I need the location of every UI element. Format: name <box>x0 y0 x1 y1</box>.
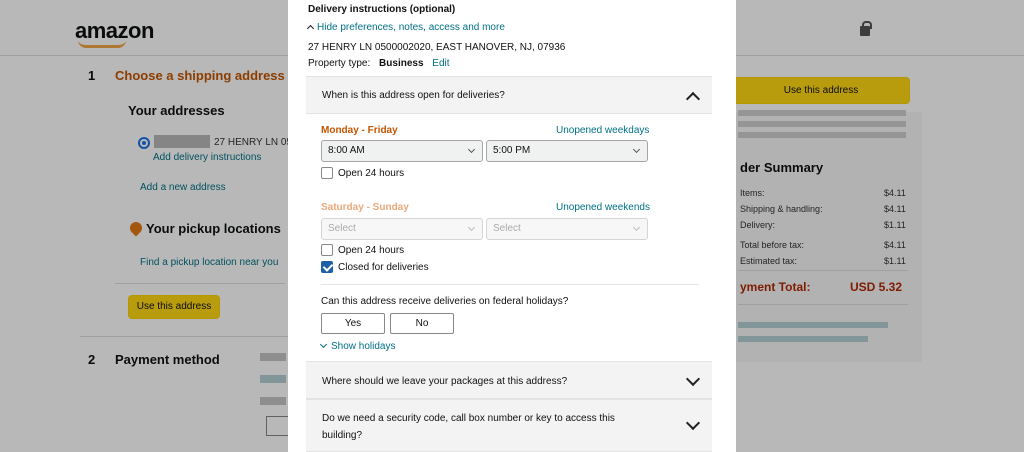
weekday-close-time-select[interactable]: 5:00 PM <box>486 140 648 162</box>
weekday-open-time-value: 8:00 AM <box>328 145 365 156</box>
holiday-no-button[interactable]: No <box>390 313 454 334</box>
show-holidays-label: Show holidays <box>331 341 396 352</box>
dropdown-caret-icon <box>632 145 641 154</box>
delivery-instructions-title: Delivery instructions (optional) <box>308 4 456 15</box>
packages-question: Where should we leave your packages at t… <box>322 376 568 387</box>
weekend-open-time-value: Select <box>328 223 356 234</box>
security-accordion-header[interactable]: Do we need a security code, call box num… <box>306 399 712 452</box>
chevron-down-icon <box>319 340 328 349</box>
weekend-label: Saturday - Sunday <box>321 202 409 213</box>
dropdown-caret-icon <box>467 223 476 232</box>
packages-accordion-header[interactable]: Where should we leave your packages at t… <box>306 361 712 399</box>
weekday-close-time-value: 5:00 PM <box>493 145 531 156</box>
chevron-up-icon <box>685 91 701 107</box>
open-hours-accordion-header[interactable]: When is this address open for deliveries… <box>306 76 712 114</box>
chevron-down-icon <box>685 415 701 431</box>
weekend-open-24-checkbox[interactable] <box>321 244 333 256</box>
weekend-open-time-select[interactable]: Select <box>321 218 483 240</box>
chevron-down-icon <box>685 371 701 387</box>
dropdown-caret-icon <box>632 223 641 232</box>
hide-preferences-link[interactable]: Hide preferences, notes, access and more <box>306 22 505 33</box>
address-text: 27 HENRY LN 0500002020, EAST HANOVER, NJ… <box>308 42 566 53</box>
open-hours-question: When is this address open for deliveries… <box>322 90 505 101</box>
holiday-question: Can this address receive deliveries on f… <box>321 296 569 307</box>
weekday-open-24-checkbox[interactable] <box>321 167 333 179</box>
show-holidays-link[interactable]: Show holidays <box>319 340 396 352</box>
chevron-up-icon <box>306 24 315 33</box>
security-question: Do we need a security code, call box num… <box>322 413 615 441</box>
weekday-label: Monday - Friday <box>321 125 398 136</box>
unopened-weekdays-link[interactable]: Unopened weekdays <box>556 125 649 136</box>
property-type-edit-link[interactable]: Edit <box>432 58 449 69</box>
weekday-open-time-select[interactable]: 8:00 AM <box>321 140 483 162</box>
weekend-closed-label: Closed for deliveries <box>338 262 429 273</box>
delivery-instructions-modal: Delivery instructions (optional) Hide pr… <box>288 0 736 452</box>
weekday-open-24-label: Open 24 hours <box>338 168 405 179</box>
unopened-weekends-link[interactable]: Unopened weekends <box>556 202 650 213</box>
dropdown-caret-icon <box>467 145 476 154</box>
property-type-label: Property type: <box>308 58 371 69</box>
weekend-open-24-label: Open 24 hours <box>338 245 405 256</box>
property-type-row: Property type: Business Edit <box>308 58 450 69</box>
weekend-closed-checkbox[interactable] <box>321 261 333 273</box>
weekend-close-time-value: Select <box>493 223 521 234</box>
divider <box>321 284 699 285</box>
property-type-value: Business <box>379 58 424 69</box>
holiday-yes-button[interactable]: Yes <box>321 313 385 334</box>
weekend-close-time-select[interactable]: Select <box>486 218 648 240</box>
hide-preferences-label: Hide preferences, notes, access and more <box>317 22 505 33</box>
